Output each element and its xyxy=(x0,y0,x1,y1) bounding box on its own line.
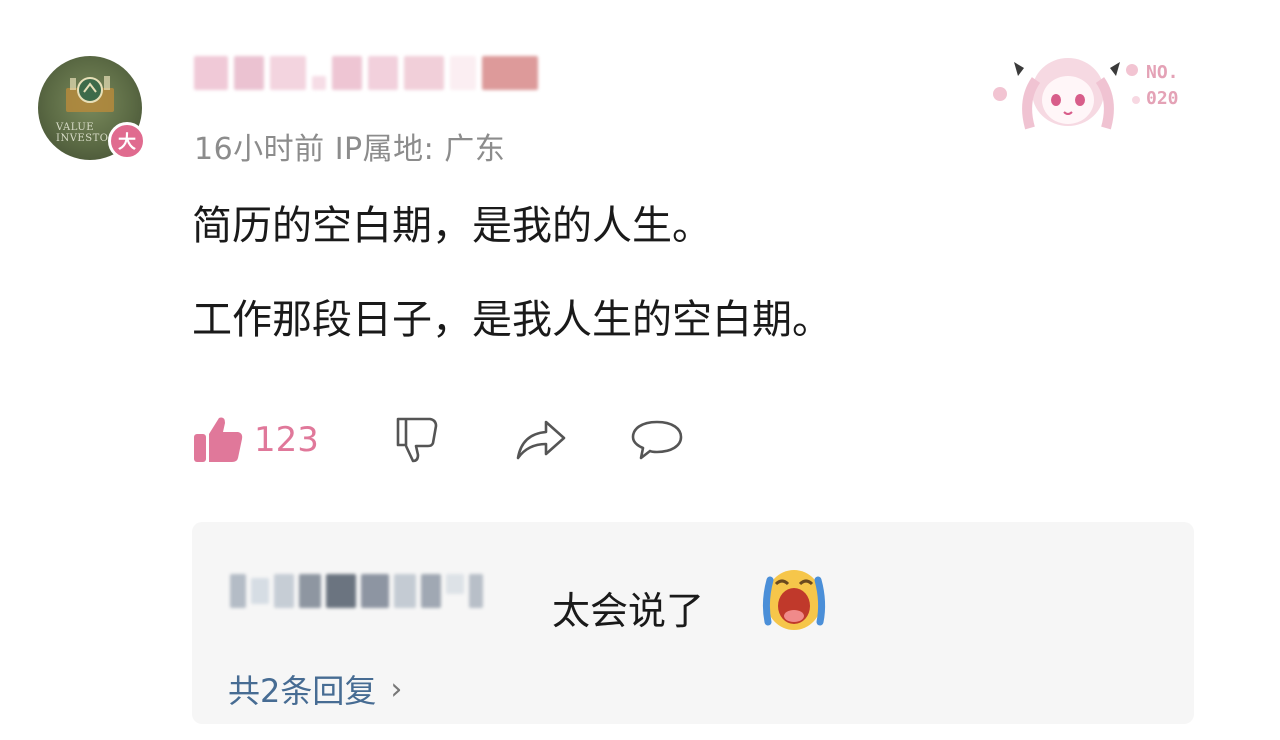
dislike-button[interactable] xyxy=(389,412,445,468)
more-replies-label: 共2条回复 xyxy=(228,672,377,710)
view-more-replies-link[interactable]: 共2条回复 › xyxy=(228,666,402,712)
like-count: 123 xyxy=(254,420,319,460)
comment-meta: 16小时前 IP属地: 广东 xyxy=(194,132,506,167)
thumbs-down-icon xyxy=(396,417,438,463)
comment-icon xyxy=(631,420,683,460)
decoration-sticker: NO. 020 xyxy=(986,40,1194,136)
reply-button[interactable] xyxy=(629,412,685,468)
like-button[interactable]: 123 xyxy=(192,414,319,466)
share-icon xyxy=(516,420,566,460)
comment-line: 工作那段日子，是我人生的空白期。 xyxy=(192,297,832,343)
level-badge: 大 xyxy=(108,122,146,160)
comment-actions: 123 xyxy=(192,412,685,468)
sticker-number: NO. 020 xyxy=(1146,62,1179,109)
reply-username-blurred[interactable] xyxy=(230,574,483,608)
comment-card: VALUE INVESTO 大 16小时前 IP属地: 广东 NO. 020 简… xyxy=(0,0,1280,740)
chevron-right-icon: › xyxy=(390,671,403,707)
avatar-text: VALUE INVESTO xyxy=(56,122,109,144)
thumbs-up-icon xyxy=(194,417,243,462)
username-blurred[interactable] xyxy=(194,56,538,90)
reply-panel: 太会说了 共2条回复 › xyxy=(192,522,1194,724)
anime-girl-icon xyxy=(993,58,1140,130)
comment-body: 简历的空白期，是我的人生。 工作那段日子，是我人生的空白期。 xyxy=(192,204,832,392)
crying-face-icon xyxy=(762,570,826,630)
avatar-logo-icon xyxy=(66,76,114,112)
comment-line: 简历的空白期，是我的人生。 xyxy=(192,203,712,249)
share-button[interactable] xyxy=(513,412,569,468)
reply-text: 太会说了 xyxy=(552,589,705,633)
